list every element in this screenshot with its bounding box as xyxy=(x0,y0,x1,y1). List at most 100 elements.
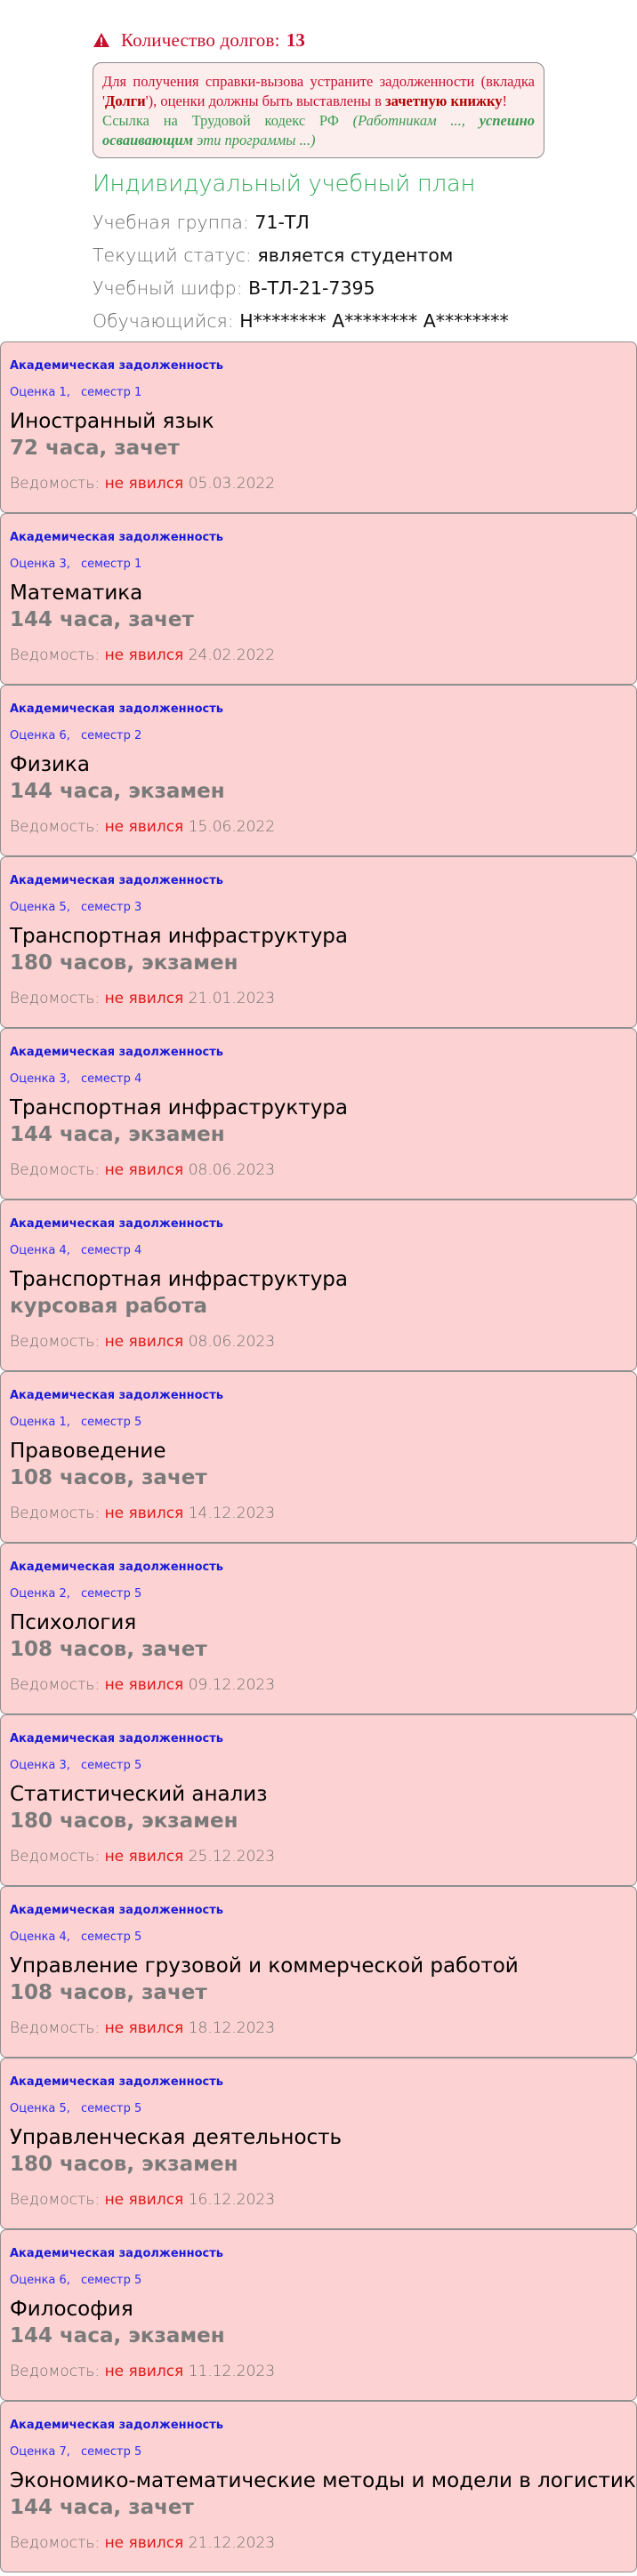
card-vedomost-label: Ведомость: xyxy=(10,1676,101,1694)
debt-card[interactable]: Академическая задолженность Оценка 5, семе… xyxy=(0,856,637,1028)
card-subject: Транспортная инфраструктура xyxy=(10,925,349,948)
card-vedomost-label: Ведомость: xyxy=(10,2019,101,2037)
card-type[interactable]: Академическая задолженность xyxy=(10,1903,627,1919)
card-grade: Оценка 5, xyxy=(10,901,70,914)
card-vedomost: Ведомость: не явился 11.12.2023 xyxy=(10,2362,627,2381)
card-date: 14.12.2023 xyxy=(188,1505,276,1522)
card-subject: Экономико-математические методы и модели… xyxy=(10,2469,637,2492)
card-semester: семестр 5 xyxy=(80,1587,142,1601)
card-vedomost-label: Ведомость: xyxy=(10,1161,101,1179)
plan-title: Индивидуальный учебный план xyxy=(93,171,476,197)
card-subject: Транспортная инфраструктура xyxy=(10,1268,349,1291)
card-date: 11.12.2023 xyxy=(188,2363,276,2380)
card-vedomost-label: Ведомость: xyxy=(10,990,101,1007)
card-semester: семестр 5 xyxy=(80,1416,142,1429)
card-type[interactable]: Академическая задолженность xyxy=(10,1216,627,1232)
card-semester: семестр 5 xyxy=(80,2274,142,2287)
card-date: 08.06.2023 xyxy=(188,1333,276,1351)
card-vedomost-label: Ведомость: xyxy=(10,2191,101,2209)
card-status: не явился xyxy=(104,2363,184,2380)
card-grade: Оценка 3, xyxy=(10,1072,70,1086)
card-type[interactable]: Академическая задолженность xyxy=(10,2418,627,2434)
card-semester: семестр 5 xyxy=(80,2102,142,2115)
card-date: 25.12.2023 xyxy=(188,1848,276,1866)
debt-count[interactable]: Количество долгов: 13 xyxy=(93,27,548,53)
debt-count-value: 13 xyxy=(286,29,305,51)
card-hours: 144 часа, экзамен xyxy=(10,2324,225,2347)
card-hours: 108 часов, зачет xyxy=(10,1638,207,1661)
card-status: не явился xyxy=(104,818,184,836)
debt-card[interactable]: Академическая задолженность Оценка 7, семе… xyxy=(0,2401,637,2572)
card-meta: Оценка 1, семестр 1 xyxy=(10,385,627,401)
debt-card[interactable]: Академическая задолженность Оценка 3, семе… xyxy=(0,1714,637,1886)
debt-card[interactable]: Академическая задолженность Оценка 1, семе… xyxy=(0,1371,637,1543)
card-hours: 144 часа, зачет xyxy=(10,2496,194,2519)
card-type[interactable]: Академическая задолженность xyxy=(10,1560,627,1576)
debt-card[interactable]: Академическая задолженность Оценка 3, семе… xyxy=(0,1028,637,1200)
card-subject: Правоведение xyxy=(10,1440,166,1463)
header: Количество долгов: 13 Для получения спра… xyxy=(0,0,548,338)
card-vedomost: Ведомость: не явился 08.06.2023 xyxy=(10,1332,627,1352)
debt-card[interactable]: Академическая задолженность Оценка 6, семе… xyxy=(0,2229,637,2401)
card-type[interactable]: Академическая задолженность xyxy=(10,1388,627,1404)
status-row: Текущий статус: является студентом xyxy=(93,239,548,272)
debt-card[interactable]: Академическая задолженность Оценка 3, семе… xyxy=(0,513,637,685)
card-vedomost-label: Ведомость: xyxy=(10,1333,101,1351)
card-semester: семестр 5 xyxy=(80,2445,142,2459)
card-type[interactable]: Академическая задолженность xyxy=(10,2074,627,2090)
card-status: не явился xyxy=(104,646,184,664)
card-type[interactable]: Академическая задолженность xyxy=(10,702,627,718)
card-date: 15.06.2022 xyxy=(188,818,276,836)
card-hours: 108 часов, зачет xyxy=(10,1466,207,1489)
card-vedomost-label: Ведомость: xyxy=(10,2363,101,2380)
card-subject: Статистический анализ xyxy=(10,1783,268,1806)
status-value: является студентом xyxy=(257,245,454,266)
labor-code-link[interactable]: Ссылка на Трудовой кодекс РФ (Работникам… xyxy=(102,111,535,150)
card-type[interactable]: Академическая задолженность xyxy=(10,873,627,889)
card-date: 16.12.2023 xyxy=(188,2191,276,2209)
card-grade: Оценка 6, xyxy=(10,2274,70,2287)
debt-card[interactable]: Академическая задолженность Оценка 4, семе… xyxy=(0,1200,637,1371)
student-value: Н******** А******** А******** xyxy=(239,310,509,332)
card-date: 24.02.2022 xyxy=(188,646,276,664)
card-meta: Оценка 3, семестр 1 xyxy=(10,557,627,573)
card-meta: Оценка 2, семестр 5 xyxy=(10,1586,627,1602)
card-type[interactable]: Академическая задолженность xyxy=(10,1045,627,1061)
card-subject: Управление грузовой и коммерческой работ… xyxy=(10,1954,519,1978)
card-semester: семестр 2 xyxy=(80,729,142,742)
debt-card[interactable]: Академическая задолженность Оценка 1, семе… xyxy=(0,341,637,513)
notice-box: Для получения справки-вызова устраните з… xyxy=(93,62,544,158)
card-vedomost-label: Ведомость: xyxy=(10,1848,101,1866)
card-vedomost-label: Ведомость: xyxy=(10,646,101,664)
student-row: Обучающийся: Н******** А******** А******… xyxy=(93,305,548,338)
card-type[interactable]: Академическая задолженность xyxy=(10,2246,627,2262)
card-vedomost: Ведомость: не явился 21.12.2023 xyxy=(10,2533,627,2553)
card-status: не явился xyxy=(104,1333,184,1351)
card-grade: Оценка 1, xyxy=(10,386,70,399)
notice-text: Для получения справки-вызова устраните з… xyxy=(102,73,535,109)
debt-card[interactable]: Академическая задолженность Оценка 6, семе… xyxy=(0,685,637,856)
card-date: 05.03.2022 xyxy=(188,475,276,493)
cipher-label: Учебный шифр: xyxy=(93,277,243,299)
debt-card[interactable]: Академическая задолженность Оценка 5, семе… xyxy=(0,2058,637,2229)
card-hours: курсовая работа xyxy=(10,1295,208,1318)
card-grade: Оценка 3, xyxy=(10,558,70,571)
card-type[interactable]: Академическая задолженность xyxy=(10,530,627,546)
card-grade: Оценка 3, xyxy=(10,1759,70,1772)
card-semester: семестр 4 xyxy=(80,1072,142,1086)
card-type[interactable]: Академическая задолженность xyxy=(10,1731,627,1747)
card-date: 08.06.2023 xyxy=(188,1161,276,1179)
card-status: не явился xyxy=(104,1505,184,1522)
card-subject: Управленческая деятельность xyxy=(10,2126,343,2149)
card-vedomost: Ведомость: не явился 14.12.2023 xyxy=(10,1504,627,1523)
warning-icon xyxy=(93,33,109,47)
card-hours: 180 часов, экзамен xyxy=(10,951,238,975)
card-grade: Оценка 5, xyxy=(10,2102,70,2115)
card-semester: семестр 3 xyxy=(80,901,142,914)
card-grade: Оценка 4, xyxy=(10,1244,70,1257)
debt-card[interactable]: Академическая задолженность Оценка 4, семе… xyxy=(0,1886,637,2058)
card-status: не явился xyxy=(104,1161,184,1179)
debt-card[interactable]: Академическая задолженность Оценка 2, семе… xyxy=(0,1543,637,1714)
card-type[interactable]: Академическая задолженность xyxy=(10,358,627,374)
card-meta: Оценка 7, семестр 5 xyxy=(10,2444,627,2460)
